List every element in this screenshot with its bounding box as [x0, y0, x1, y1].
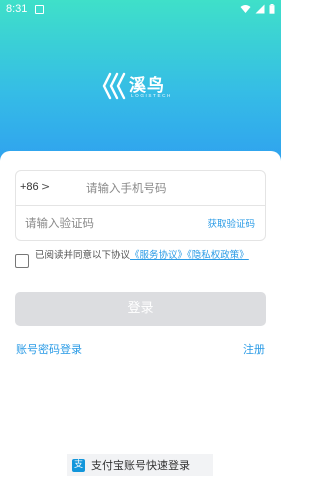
phone-input[interactable] [86, 179, 256, 197]
wifi-icon [240, 5, 251, 13]
privacy-policy-link[interactable]: 《隐私权政策》 [187, 250, 249, 261]
country-code[interactable]: +86 [20, 181, 39, 193]
battery-icon [269, 4, 275, 14]
logo-mark-icon [102, 72, 126, 100]
alipay-icon: 支 [72, 458, 85, 472]
login-button[interactable]: 登录 [15, 292, 266, 326]
agreement-prefix: 已阅读并同意以下协议 [35, 250, 131, 261]
register-link[interactable]: 注册 [243, 341, 265, 357]
phone-field: +86 > [15, 170, 266, 206]
agreement-checkbox[interactable] [15, 254, 29, 268]
header-gradient: 8:31 溪鸟 LOGISTECH [0, 0, 281, 170]
notification-icon [35, 5, 44, 14]
password-login-link[interactable]: 账号密码登录 [16, 341, 82, 357]
alipay-login-button[interactable]: 支 支付宝账号快速登录 [67, 454, 213, 476]
get-code-button[interactable]: 获取验证码 [207, 216, 255, 230]
code-field: 获取验证码 [15, 205, 266, 241]
alipay-login-label: 支付宝账号快速登录 [91, 459, 190, 472]
app-logo: 溪鸟 LOGISTECH [102, 69, 182, 105]
status-bar: 8:31 [0, 0, 281, 20]
status-time: 8:31 [6, 3, 28, 15]
status-icons [240, 4, 275, 14]
verification-code-input[interactable] [25, 214, 185, 232]
country-chevron-icon[interactable]: > [41, 180, 50, 193]
brand-sub: LOGISTECH [131, 93, 172, 98]
service-agreement-link[interactable]: 《服务协议》 [130, 250, 187, 261]
signal-icon [255, 4, 265, 14]
agreement-text: 已阅读并同意以下协议《服务协议》《隐私权政策》 [35, 249, 270, 262]
